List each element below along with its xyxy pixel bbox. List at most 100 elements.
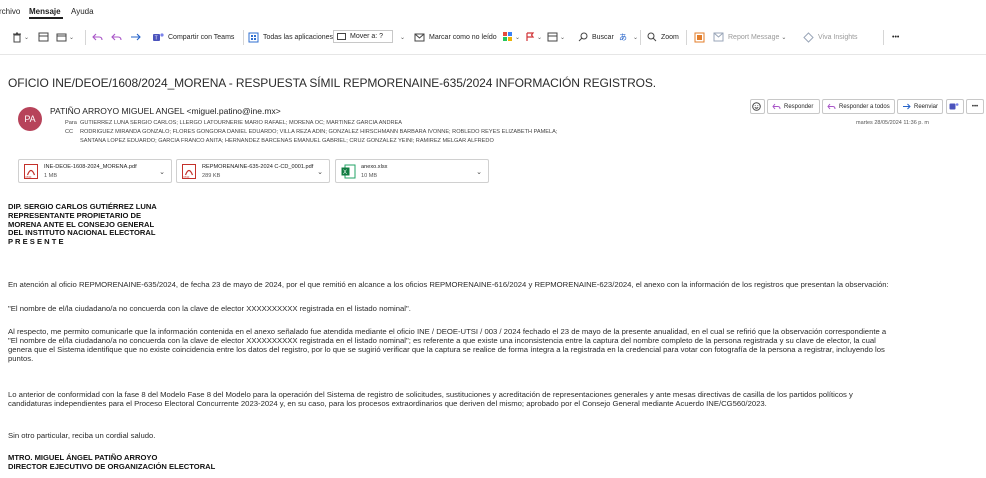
flag-button[interactable]: ⌄	[526, 30, 542, 44]
chevron-down-icon: ⌄	[400, 34, 406, 41]
forward-quick-button[interactable]	[130, 30, 141, 44]
archive-icon	[38, 32, 49, 42]
ribbon-toolbar: ⌄ ⌄ T Compartir con Teams Todas las apli…	[0, 20, 986, 55]
forward-button[interactable]: Reenviar	[897, 99, 943, 114]
chevron-down-icon: ⌄	[515, 34, 521, 41]
excel-file-icon: X	[341, 164, 356, 179]
attachment-pdf-1[interactable]: PDF INE-DEOE-1608-2024_MORENA.pdf 1 MB ⌄	[18, 159, 172, 183]
move-folder-button[interactable]: ⌄	[56, 30, 74, 44]
chevron-down-icon: ⌄	[69, 34, 75, 41]
reply-all-button[interactable]: Responder a todos	[822, 99, 895, 114]
attachment-name: anexo.xlsx	[361, 164, 388, 170]
menu-ayuda[interactable]: Ayuda	[71, 7, 94, 16]
attachment-size: 289 KB	[202, 173, 221, 179]
attachment-name: REPMORENAINE-635-2024 C-CD_0001.pdf	[202, 164, 314, 170]
move-to-chevron[interactable]: ⌄	[398, 30, 405, 44]
separator	[686, 30, 687, 45]
chevron-down-icon[interactable]: ⌄	[159, 168, 165, 176]
attachment-name: INE-DEOE-1608-2024_MORENA.pdf	[44, 164, 137, 170]
sender-avatar[interactable]: PA	[18, 107, 42, 131]
mark-unread-button[interactable]: Marcar como no leído	[414, 30, 497, 44]
ribbon-more-button[interactable]: •••	[892, 30, 899, 44]
apps-grid-icon	[248, 32, 259, 42]
reply-icon	[92, 33, 103, 41]
active-tab-underline	[29, 17, 63, 19]
signature-title: DIRECTOR EJECUTIVO DE ORGANIZACIÓN ELECT…	[8, 461, 216, 471]
body-paragraph-5: Sin otro particular, reciba un cordial s…	[8, 431, 156, 440]
attachment-size: 1 MB	[44, 173, 58, 179]
chevron-down-icon: ⌄	[537, 34, 543, 41]
paragraph-line: Lo anterior de conformidad con la fase 8…	[8, 390, 853, 399]
to-recipients[interactable]: GUTIERREZ LUNA SERGIO CARLOS; LLERGO LAT…	[80, 120, 402, 127]
svg-text:PDF: PDF	[184, 175, 190, 179]
chevron-down-icon[interactable]: ⌄	[317, 168, 323, 176]
pdf-file-icon: PDF	[182, 164, 196, 179]
insights-icon	[803, 31, 814, 43]
menu-archivo[interactable]: rchivo	[0, 7, 20, 16]
envelope-icon	[414, 33, 425, 41]
teams-share-button[interactable]	[946, 99, 964, 114]
cc-recipients-line1[interactable]: RODRIGUEZ MIRANDA GONZALO; FLORES GONGOR…	[80, 129, 557, 136]
move-to-dropdown[interactable]: Mover a: ?	[333, 30, 393, 43]
svg-text:あ: あ	[619, 33, 627, 42]
separator	[640, 30, 641, 45]
body-paragraph-1: En atención al oficio REPMORENAINE-635/2…	[8, 280, 889, 289]
attachment-pdf-2[interactable]: PDF REPMORENAINE-635-2024 C-CD_0001.pdf …	[176, 159, 330, 183]
paragraph-line: genera que el Sistema identifique que no…	[8, 345, 885, 354]
all-apps-button[interactable]: Todas las aplicaciones	[248, 30, 333, 44]
cc-recipients-line2[interactable]: SANTANA LOPEZ EDUARDO; GARCIA FRANCO ANI…	[80, 138, 494, 145]
chevron-down-icon: ⌄	[633, 34, 639, 41]
categorize-button[interactable]: ⌄	[503, 30, 520, 44]
menu-mensaje[interactable]: Mensaje	[29, 7, 61, 16]
translate-icon: あ	[619, 33, 627, 42]
body-paragraph-3: Al respecto, me permito comunicarle que …	[8, 327, 886, 363]
report-icon	[713, 32, 724, 42]
svg-text:X: X	[343, 170, 347, 176]
cc-label: CC	[65, 129, 74, 135]
reply-button[interactable]: Responder	[767, 99, 820, 114]
translate-button[interactable]: あ ⌄	[619, 30, 638, 44]
separator	[243, 30, 244, 45]
sender-name[interactable]: PATIÑO ARROYO MIGUEL ANGEL <miguel.patin…	[50, 106, 281, 116]
smiley-icon	[751, 102, 761, 111]
addressee-line: P R E S E N T E	[8, 237, 64, 247]
paragraph-line: puntos.	[8, 354, 34, 363]
menu-bar: rchivo Mensaje Ayuda	[0, 0, 986, 20]
chevron-down-icon: ⌄	[24, 34, 30, 41]
undo-reply-button[interactable]	[92, 30, 103, 44]
to-label: Para	[65, 120, 77, 126]
received-datetime: martes 28/05/2024 11:36 p. m	[856, 120, 929, 126]
separator	[883, 30, 884, 45]
emoji-reaction-button[interactable]	[750, 99, 765, 114]
search-button[interactable]: Buscar	[578, 30, 614, 44]
layout-icon	[547, 32, 558, 42]
addin-button[interactable]	[694, 30, 705, 44]
attachment-xlsx[interactable]: X anexo.xlsx 10 MB ⌄	[335, 159, 489, 183]
paragraph-line: "El nombre de el/la ciudadano/a no concu…	[8, 336, 876, 345]
search-icon	[578, 32, 588, 42]
folder-icon	[56, 33, 67, 42]
svg-text:T: T	[155, 35, 158, 41]
view-options-button[interactable]: ⌄	[547, 30, 565, 44]
share-teams-button[interactable]: T Compartir con Teams	[152, 30, 234, 44]
reply-icon	[772, 103, 781, 109]
reply-all-quick-button[interactable]	[110, 30, 122, 44]
more-actions-button[interactable]: •••	[966, 99, 984, 114]
move-folder-icon	[337, 33, 346, 40]
chevron-down-icon: ⌄	[781, 34, 787, 41]
viva-insights-button[interactable]: Viva Insights	[803, 30, 858, 44]
delete-button[interactable]: ⌄	[12, 30, 29, 44]
category-icon	[503, 32, 512, 41]
email-subject: OFICIO INE/DEOE/1608/2024_MORENA - RESPU…	[8, 76, 657, 90]
signature-block: MTRO. MIGUEL ÁNGEL PATIÑO ARROYO DIRECTO…	[8, 453, 216, 472]
reply-all-icon	[111, 33, 122, 41]
addin-icon	[694, 32, 705, 42]
zoom-button[interactable]: Zoom	[647, 30, 679, 44]
reply-all-icon	[827, 103, 836, 109]
report-message-button[interactable]: Report Message ⌄	[713, 30, 786, 44]
zoom-icon	[647, 32, 657, 42]
svg-text:PDF: PDF	[26, 175, 32, 179]
chevron-down-icon: ⌄	[560, 34, 566, 41]
archive-button[interactable]	[38, 30, 49, 44]
chevron-down-icon[interactable]: ⌄	[476, 168, 482, 176]
